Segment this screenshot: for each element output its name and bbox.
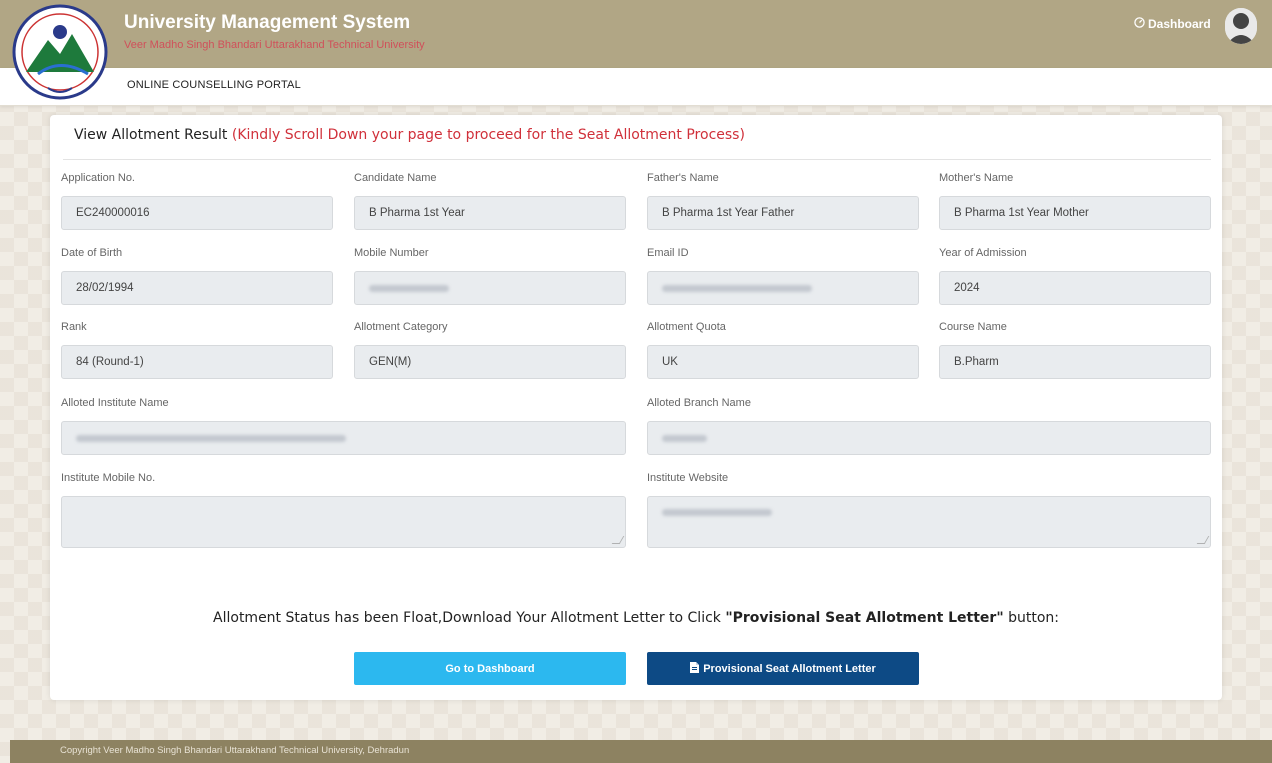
dashboard-link[interactable]: Dashboard — [1134, 17, 1211, 31]
portal-label: ONLINE COUNSELLING PORTAL — [127, 79, 301, 91]
top-header — [0, 0, 1272, 68]
redacted-value — [662, 509, 772, 516]
email-field — [647, 271, 919, 305]
document-icon — [690, 661, 700, 676]
application-no-label: Application No. — [61, 172, 135, 184]
branch-name-field — [647, 421, 1211, 455]
candidate-name-label: Candidate Name — [354, 172, 437, 184]
allotment-letter-button[interactable]: Provisional Seat Allotment Letter — [647, 652, 919, 685]
application-no-field: EC240000016 — [61, 196, 333, 230]
institute-website-field — [647, 496, 1211, 548]
email-label: Email ID — [647, 247, 689, 259]
allotment-quota-field: UK — [647, 345, 919, 379]
allotment-category-field: GEN(M) — [354, 345, 626, 379]
father-name-label: Father's Name — [647, 172, 719, 184]
user-avatar[interactable] — [1225, 8, 1257, 44]
go-to-dashboard-button[interactable]: Go to Dashboard — [354, 652, 626, 685]
status-prefix: Allotment Status has been Float,Download… — [213, 610, 726, 626]
allotment-result-card: View Allotment Result (Kindly Scroll Dow… — [50, 115, 1222, 700]
mobile-field — [354, 271, 626, 305]
dashboard-link-label: Dashboard — [1148, 17, 1211, 31]
footer: Copyright Veer Madho Singh Bhandari Utta… — [10, 740, 1272, 763]
card-title-text: View Allotment Result — [74, 127, 228, 143]
gauge-icon — [1134, 17, 1145, 31]
candidate-name-field: B Pharma 1st Year — [354, 196, 626, 230]
mother-name-field: B Pharma 1st Year Mother — [939, 196, 1211, 230]
redacted-value — [662, 284, 812, 292]
institute-mobile-field — [61, 496, 626, 548]
status-suffix: button: — [1003, 610, 1059, 626]
rank-field: 84 (Round-1) — [61, 345, 333, 379]
mother-name-label: Mother's Name — [939, 172, 1014, 184]
institute-name-label: Alloted Institute Name — [61, 397, 169, 409]
allotment-letter-label: Provisional Seat Allotment Letter — [703, 662, 876, 675]
redacted-value — [369, 284, 449, 292]
course-name-field: B.Pharm — [939, 345, 1211, 379]
dob-field: 28/02/1994 — [61, 271, 333, 305]
mobile-label: Mobile Number — [354, 247, 429, 259]
allotment-quota-label: Allotment Quota — [647, 321, 726, 333]
card-title: View Allotment Result (Kindly Scroll Dow… — [74, 127, 745, 143]
app-title: University Management System — [124, 12, 411, 33]
institute-mobile-label: Institute Mobile No. — [61, 472, 156, 484]
university-logo — [8, 2, 112, 102]
course-name-label: Course Name — [939, 321, 1007, 333]
status-highlight: "Provisional Seat Allotment Letter" — [725, 610, 1004, 626]
university-name: Veer Madho Singh Bhandari Uttarakhand Te… — [124, 39, 425, 51]
institute-website-label: Institute Website — [647, 472, 729, 484]
year-of-admission-label: Year of Admission — [939, 247, 1027, 259]
year-of-admission-field: 2024 — [939, 271, 1211, 305]
allotment-category-label: Allotment Category — [354, 321, 448, 333]
divider — [63, 159, 1211, 160]
go-to-dashboard-label: Go to Dashboard — [445, 662, 535, 675]
dob-label: Date of Birth — [61, 247, 123, 259]
redacted-value — [662, 434, 707, 442]
resize-handle[interactable] — [1196, 536, 1210, 544]
allotment-status-message: Allotment Status has been Float,Download… — [50, 610, 1222, 626]
scroll-note: (Kindly Scroll Down your page to proceed… — [231, 127, 745, 143]
institute-name-field — [61, 421, 626, 455]
father-name-field: B Pharma 1st Year Father — [647, 196, 919, 230]
redacted-value — [76, 434, 346, 442]
resize-handle[interactable] — [611, 536, 625, 544]
rank-label: Rank — [61, 321, 87, 333]
copyright-text: Copyright Veer Madho Singh Bhandari Utta… — [60, 745, 410, 756]
branch-name-label: Alloted Branch Name — [647, 397, 751, 409]
